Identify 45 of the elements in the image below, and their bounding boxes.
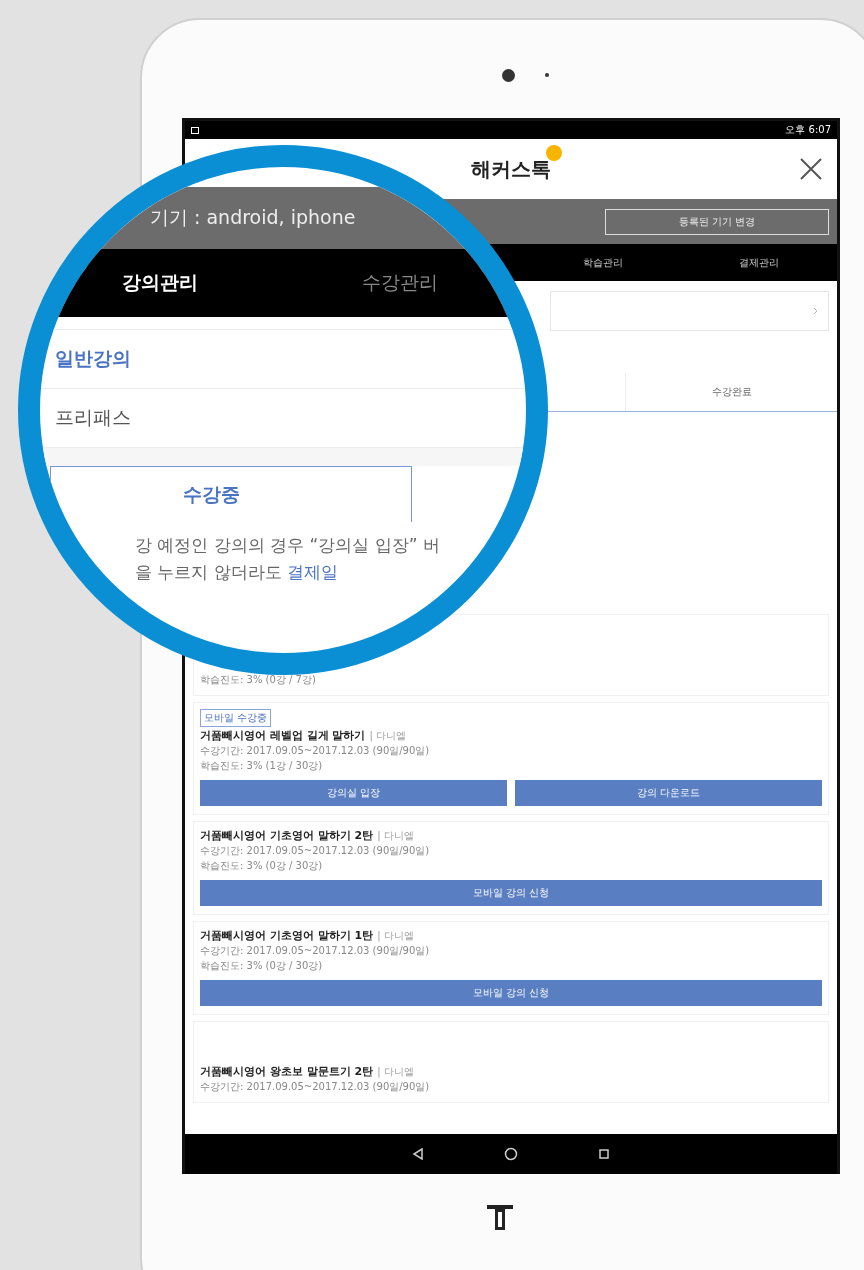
course-button[interactable]: 모바일 강의 신청 [200,880,822,906]
course-button[interactable]: 강의 다운로드 [515,780,822,806]
course-title: 거품빼시영어 기초영어 말하기 2탄 [200,828,374,843]
course-info: 수강기간: 2017.09.05~2017.12.03 (90일/90일) [200,844,431,858]
nav-tab[interactable]: 학습관리 [583,255,623,270]
notification-icon [191,126,199,134]
notice-link[interactable]: 결제일 [287,562,339,582]
status-time: 오후 6:07 [785,123,831,137]
instructor-name: | 다니엘 [377,1065,414,1079]
sensor-icon [545,73,549,77]
home-icon[interactable] [504,1147,518,1161]
notice-text: 을 누르지 않더라도 결제일 [135,561,340,584]
instructor-name: | 다니엘 [377,829,414,843]
brand-mark-icon [485,1202,515,1232]
course-title: 거품빼시영어 왕초보 말문트기 2탄 [200,1064,374,1079]
back-icon[interactable] [412,1148,424,1160]
nav-tab[interactable]: 강의관리 [40,270,280,296]
nav-tab[interactable]: 결제관리 [739,255,779,270]
sub-tab[interactable]: 수강중 [50,466,412,522]
course-info: 학습진도: 3% (1강 / 30강) [200,759,324,773]
notice-text: 강 예정인 강의의 경우 “강의실 입장” 버 [135,534,442,557]
dropdown-field[interactable] [550,291,829,331]
instructor-name: | 다니엘 [377,929,414,943]
speech-dot-icon [545,143,563,162]
instructor-name: | 다니엘 [369,729,407,743]
course-button[interactable]: 모바일 강의 신청 [200,980,822,1006]
recents-icon[interactable] [598,1148,610,1160]
nav-tab[interactable]: 수강관리 [280,270,520,296]
camera-icon [502,68,515,82]
sub-tab[interactable]: 수강완료 [625,373,837,411]
course-info: 학습진도: 3% (0강 / 30강) [200,859,324,873]
menu-item[interactable]: 일반강의 [40,330,526,389]
chevron-icon [813,307,818,315]
course-info: 학습진도: 3% (0강 / 7강) [200,673,317,687]
course-title: 거품빼시영어 레벨업 길게 말하기 [200,728,366,743]
course-title: 거품빼시영어 기초영어 말하기 1탄 [200,928,374,943]
device-info: 기기 : android, iphone [150,205,356,230]
status-badge: 모바일 수강중 [200,709,272,727]
course-info: 수강기간: 2017.09.05~2017.12.03 (90일/90일) [200,944,431,958]
change-device-button[interactable]: 등록된 기기 변경 [605,208,829,235]
close-icon[interactable] [799,157,823,181]
course-info: 수강기간: 2017.09.05~2017.12.03 (90일/90일) [200,1080,431,1094]
course-info: 수강기간: 2017.09.05~2017.12.03 (90일/90일) [200,744,431,758]
course-button[interactable]: 강의실 입장 [200,780,507,806]
course-info: 학습진도: 3% (0강 / 30강) [200,959,324,973]
